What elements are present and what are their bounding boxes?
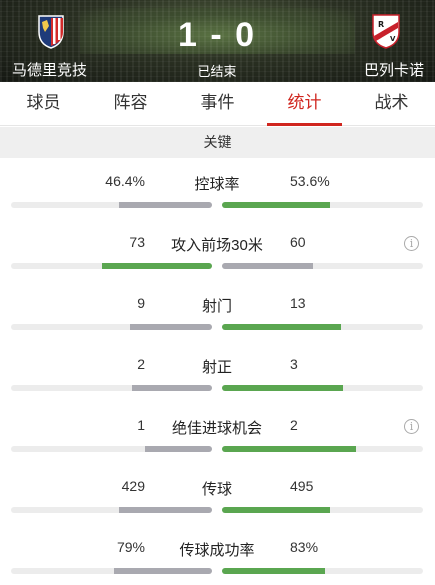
- stat-label: 传球: [201, 481, 232, 498]
- away-stat-bar-fill: [222, 446, 357, 452]
- section-header-key: 关键: [0, 127, 435, 158]
- stat-row: 79% 传球成功率 83%: [0, 529, 435, 585]
- tab-tactics[interactable]: 战术: [348, 82, 435, 125]
- home-stat-bar-fill: [113, 568, 212, 574]
- svg-text:V: V: [390, 35, 396, 43]
- info-icon[interactable]: i: [404, 236, 419, 251]
- stat-label: 控球率: [194, 176, 240, 193]
- home-team-name[interactable]: 马德里竞技: [12, 59, 132, 80]
- away-stat-bar-fill: [222, 202, 330, 208]
- stat-label: 攻入前场30米: [171, 237, 263, 254]
- away-stat-value: 53.6%: [290, 173, 330, 189]
- away-stat-bar-fill: [222, 324, 341, 330]
- away-stat-bar: [222, 507, 423, 513]
- stat-row: 1 绝佳进球机会 2 i: [0, 407, 435, 468]
- away-stat-bar: [222, 446, 423, 452]
- stat-row: 2 射正 3: [0, 346, 435, 407]
- stat-label: 射正: [201, 359, 232, 376]
- stat-label: 射门: [201, 298, 232, 315]
- away-stat-bar-fill: [222, 507, 330, 513]
- tab-players[interactable]: 球员: [0, 82, 87, 125]
- tab-bar: 球员 阵容 事件 统计 战术: [0, 82, 435, 126]
- rayo-vallecano-crest-icon[interactable]: R V: [366, 10, 406, 50]
- home-stat-bar-fill: [129, 324, 212, 330]
- info-icon[interactable]: i: [404, 419, 419, 434]
- away-stat-value: 13: [290, 295, 306, 311]
- home-stat-bar-fill: [118, 202, 212, 208]
- home-stat-bar: [11, 202, 212, 208]
- away-stat-bar-fill: [222, 568, 325, 574]
- away-stat-value: 83%: [290, 539, 319, 555]
- score: 1 - 0: [177, 16, 257, 54]
- stat-row: 46.4% 控球率 53.6%: [0, 163, 435, 224]
- svg-text:R: R: [378, 20, 384, 29]
- home-stat-bar: [11, 324, 212, 330]
- tab-lineup[interactable]: 阵容: [87, 82, 174, 125]
- home-stat-bar: [11, 385, 212, 391]
- stat-label: 绝佳进球机会: [171, 420, 262, 437]
- away-stat-bar: [222, 263, 423, 269]
- home-stat-bar: [11, 507, 212, 513]
- away-stat-value: 3: [290, 356, 298, 372]
- tab-events[interactable]: 事件: [174, 82, 261, 125]
- away-stat-value: 2: [290, 417, 298, 433]
- match-status: 已结束: [197, 64, 237, 79]
- home-stat-bar-fill: [131, 385, 212, 391]
- stat-row: 9 射门 13: [0, 285, 435, 346]
- away-stat-bar: [222, 324, 423, 330]
- stat-row: 73 攻入前场30米 60 i: [0, 224, 435, 285]
- stat-row: 429 传球 495: [0, 468, 435, 529]
- away-stat-bar: [222, 568, 423, 574]
- away-stat-bar: [222, 385, 423, 391]
- home-stat-bar-fill: [101, 263, 212, 269]
- home-stat-bar: [11, 568, 212, 574]
- stat-label: 传球成功率: [179, 542, 255, 559]
- away-stat-bar-fill: [222, 263, 313, 269]
- away-team-name[interactable]: 巴列卡诺: [304, 59, 424, 80]
- match-header: 1 - 0 R V 马德里竞技 已结束 巴列卡诺: [0, 0, 435, 82]
- away-stat-value: 60: [290, 234, 306, 250]
- home-stat-bar: [11, 446, 212, 452]
- atletico-madrid-crest-icon[interactable]: [31, 10, 71, 50]
- away-stat-bar: [222, 202, 423, 208]
- home-stat-bar-fill: [118, 507, 212, 513]
- tab-stats[interactable]: 统计: [261, 82, 348, 126]
- home-stat-bar-fill: [145, 446, 212, 452]
- home-stat-bar: [11, 263, 212, 269]
- away-stat-value: 495: [290, 478, 314, 494]
- away-stat-bar-fill: [222, 385, 343, 391]
